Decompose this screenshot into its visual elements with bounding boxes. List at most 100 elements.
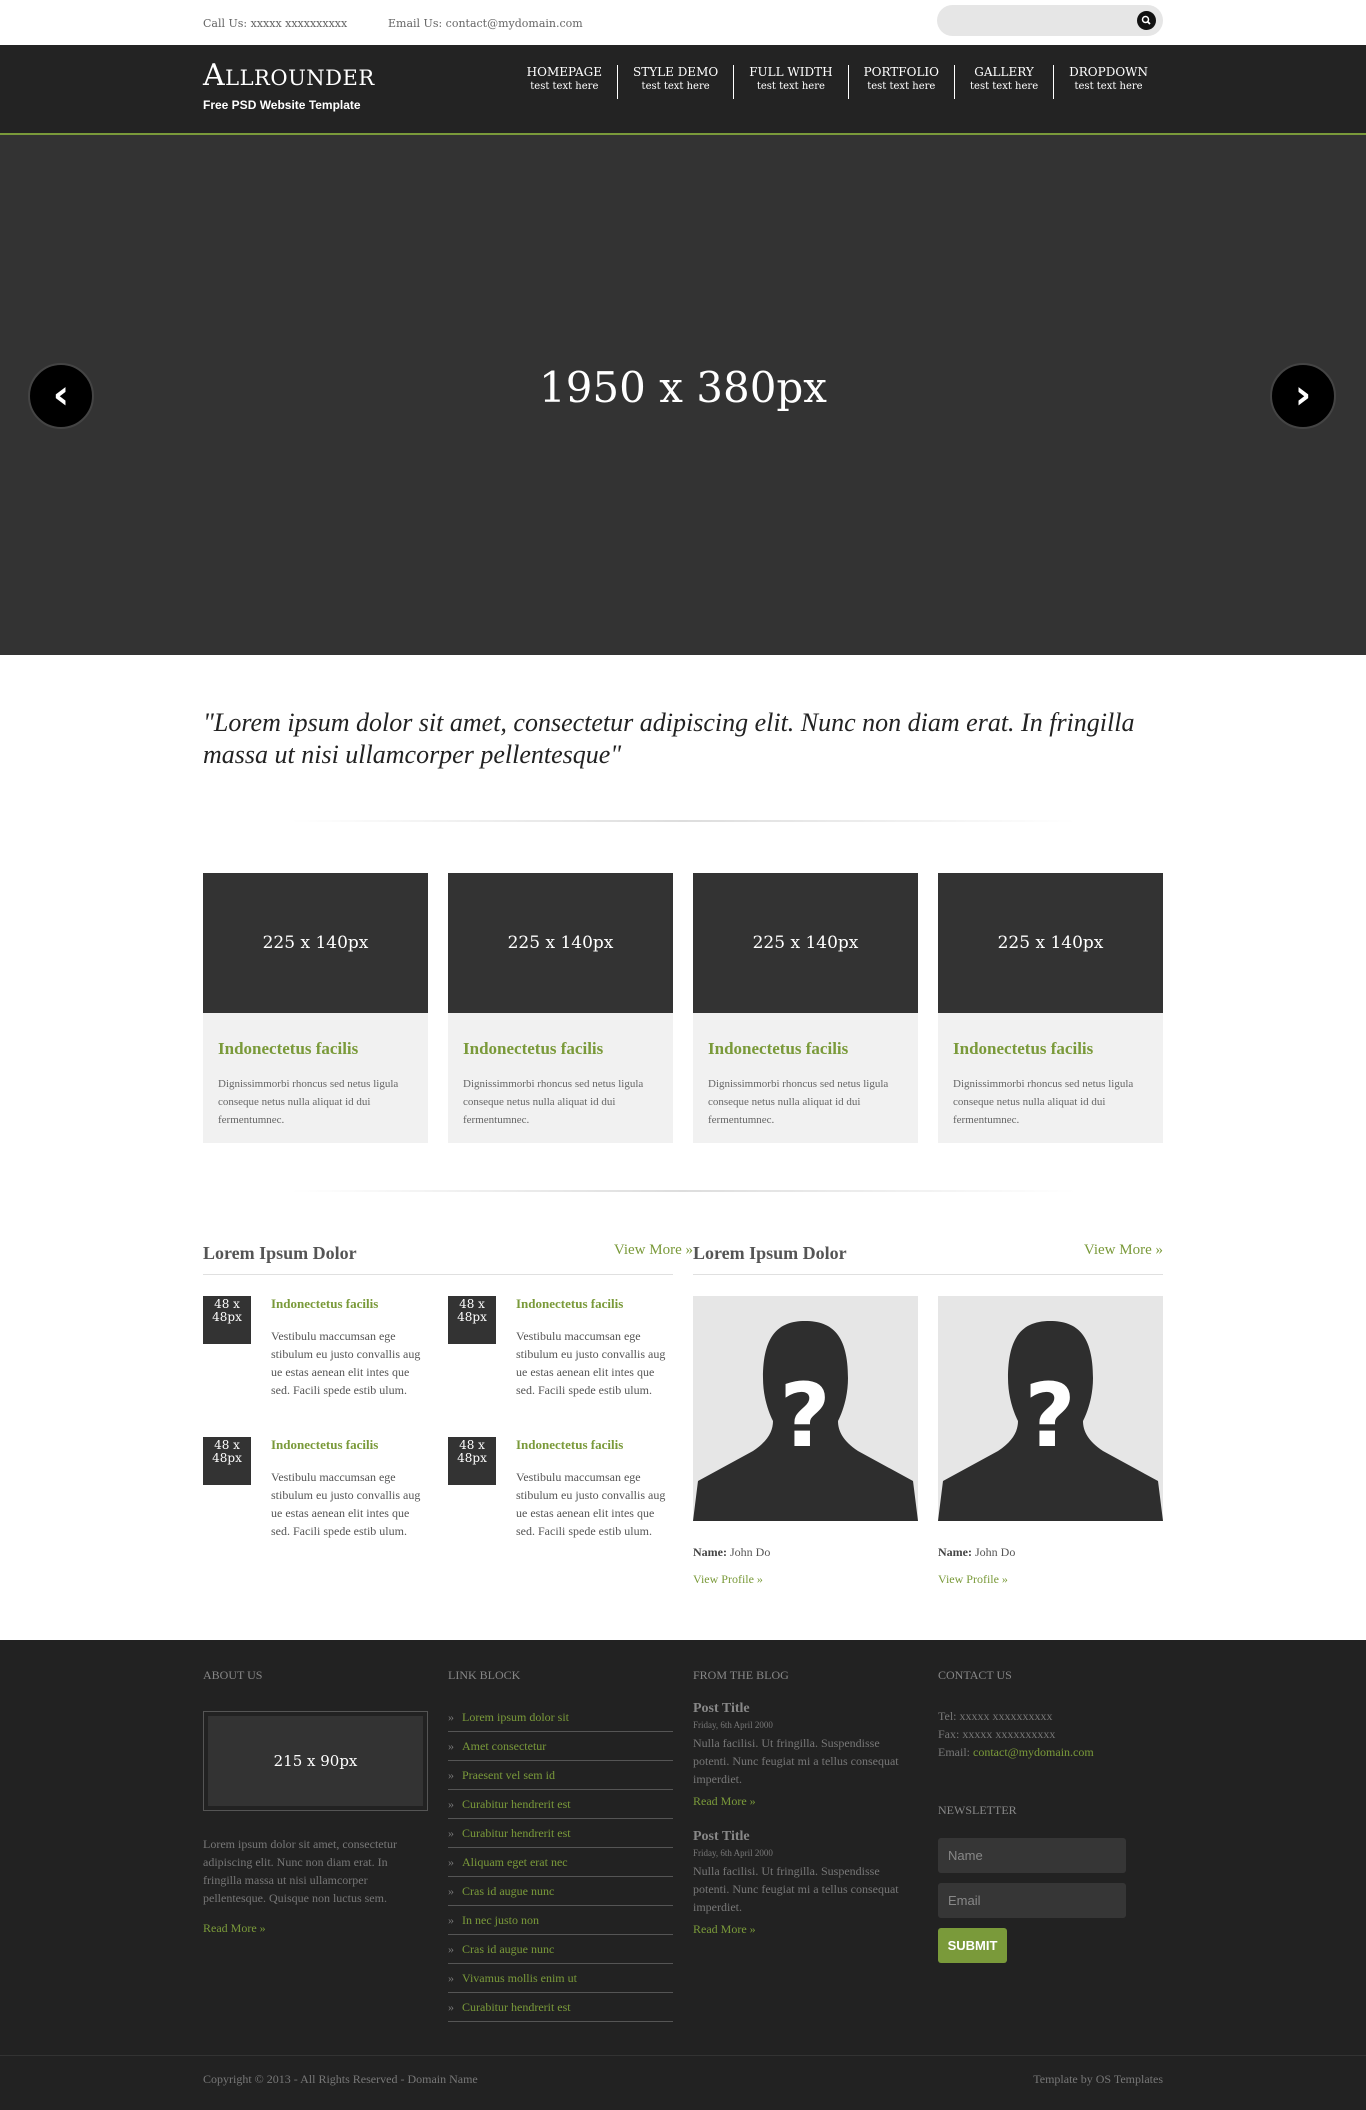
view-more-link[interactable]: View More » xyxy=(1084,1242,1163,1259)
bullet-icon: » xyxy=(448,1884,454,1898)
intro-quote: "Lorem ipsum dolor sit amet, consectetur… xyxy=(203,708,1135,769)
bullet-icon: » xyxy=(448,1797,454,1811)
profile-name: Name: John Do xyxy=(938,1545,1163,1560)
read-more-link[interactable]: Read More » xyxy=(203,1921,428,1936)
profile-name: Name: John Do xyxy=(693,1545,918,1560)
template-credit-link[interactable]: Template by OS Templates xyxy=(1033,2072,1163,2087)
feature-card: 225 x 140px Indonectetus facilis Digniss… xyxy=(938,873,1163,1143)
view-profile-link[interactable]: View Profile » xyxy=(693,1572,918,1587)
card-title[interactable]: Indonectetus facilis xyxy=(708,1039,903,1059)
bullet-icon: » xyxy=(448,2000,454,2014)
card-image-placeholder: 225 x 140px xyxy=(448,873,673,1013)
svg-text:?: ? xyxy=(1024,1364,1075,1467)
nav-label: STYLE DEMO xyxy=(633,65,719,79)
link-label: Curabitur hendrerit est xyxy=(462,2000,571,2014)
nav-sublabel: test text here xyxy=(756,81,825,92)
blog-post-date: Friday, 6th April 2000 xyxy=(693,1848,773,1858)
email-us-text: Email Us: contact@mydomain.com xyxy=(388,17,583,30)
contact-email-label: Email: xyxy=(938,1745,973,1759)
footer-heading: FROM THE BLOG xyxy=(693,1668,789,1682)
nav-item-dropdown[interactable]: DROPDOWN test text here xyxy=(1053,65,1163,99)
footer-link[interactable]: » Curabitur hendrerit est xyxy=(448,1819,673,1848)
profile-card: ? Name: John Do View Profile » xyxy=(938,1296,1163,1587)
nav-sublabel: test text here xyxy=(641,81,710,92)
footer-link[interactable]: » In nec justo non xyxy=(448,1906,673,1935)
card-title[interactable]: Indonectetus facilis xyxy=(218,1039,413,1059)
nav-sublabel: test text here xyxy=(867,81,936,92)
post-text: Vestibulu maccumsan ege stibulum eu just… xyxy=(516,1329,666,1397)
search-icon xyxy=(1141,15,1151,25)
search-button[interactable] xyxy=(1137,11,1156,30)
footer-link[interactable]: » Amet consectetur xyxy=(448,1732,673,1761)
feature-card: 225 x 140px Indonectetus facilis Digniss… xyxy=(203,873,428,1143)
view-more-link[interactable]: View More » xyxy=(614,1242,693,1259)
post-title[interactable]: Indonectetus facilis xyxy=(516,1437,623,1453)
read-more-link[interactable]: Read More » xyxy=(693,1922,918,1937)
contact-email-row: Email: contact@mydomain.com xyxy=(938,1743,1163,1761)
blog-post-title[interactable]: Post Title xyxy=(693,1829,918,1845)
bullet-icon: » xyxy=(448,1971,454,1985)
footer-heading: LINK BLOCK xyxy=(448,1668,521,1682)
chevron-right-icon: › xyxy=(1294,372,1312,418)
contact-fax: Fax: xxxxx xxxxxxxxxx xyxy=(938,1727,1056,1741)
thumbnail-placeholder: 48 x 48px xyxy=(203,1437,251,1485)
section-title: Lorem Ipsum Dolor xyxy=(203,1243,357,1263)
newsletter-submit-button[interactable]: SUBMIT xyxy=(938,1928,1007,1963)
nav-item-gallery[interactable]: GALLERY test text here xyxy=(954,65,1053,99)
footer-heading: ABOUT US xyxy=(203,1668,263,1682)
link-label: Vivamus mollis enim ut xyxy=(462,1971,577,1985)
nav-label: DROPDOWN xyxy=(1069,65,1148,79)
slider-image-placeholder: 1950 x 380px xyxy=(538,363,827,412)
footer-link[interactable]: » Vivamus mollis enim ut xyxy=(448,1964,673,1993)
name-label: Name: xyxy=(693,1545,727,1559)
nav-item-portfolio[interactable]: PORTFOLIO test text here xyxy=(847,65,954,99)
nav-sublabel: test text here xyxy=(530,81,599,92)
footer-link[interactable]: » Lorem ipsum dolor sit xyxy=(448,1703,673,1732)
nav-item-homepage[interactable]: HOMEPAGE test text here xyxy=(512,65,617,99)
post-title[interactable]: Indonectetus facilis xyxy=(271,1296,378,1312)
card-title[interactable]: Indonectetus facilis xyxy=(953,1039,1148,1059)
footer-link[interactable]: » Cras id augue nunc xyxy=(448,1935,673,1964)
blog-post-text: Nulla facilisi. Ut fringilla. Suspendiss… xyxy=(693,1736,899,1786)
search-input[interactable] xyxy=(947,11,1117,30)
footer-links: LINK BLOCK » Lorem ipsum dolor sit » Amet … xyxy=(448,1668,673,2022)
newsletter-email-input[interactable] xyxy=(938,1883,1126,1918)
slider-next-button[interactable]: › xyxy=(1270,363,1336,429)
copyright-text: Copyright © 2013 - All Rights Reserved -… xyxy=(203,2072,478,2086)
footer-link[interactable]: » Praesent vel sem id xyxy=(448,1761,673,1790)
card-text: Dignissimmorbi rhoncus sed netus ligula … xyxy=(953,1078,1134,1126)
about-image-placeholder: 215 x 90px xyxy=(208,1716,423,1806)
blog-post: Post Title Friday, 6th April 2000 Nulla … xyxy=(693,1829,918,1937)
newsletter-name-input[interactable] xyxy=(938,1838,1126,1873)
blog-post-text: Nulla facilisi. Ut fringilla. Suspendiss… xyxy=(693,1864,899,1914)
post-text: Vestibulu maccumsan ege stibulum eu just… xyxy=(271,1470,421,1538)
name-label: Name: xyxy=(938,1545,972,1559)
footer-link[interactable]: » Curabitur hendrerit est xyxy=(448,1993,673,2022)
view-profile-link[interactable]: View Profile » xyxy=(938,1572,1163,1587)
footer-link[interactable]: » Cras id augue nunc xyxy=(448,1877,673,1906)
nav-label: HOMEPAGE xyxy=(526,65,602,79)
contact-email-link[interactable]: contact@mydomain.com xyxy=(973,1745,1094,1759)
copyright-bar: Copyright © 2013 - All Rights Reserved -… xyxy=(0,2055,1366,2110)
main-nav: HOMEPAGE test text here STYLE DEMO test te… xyxy=(512,65,1163,99)
nav-item-style-demo[interactable]: STYLE DEMO test text here xyxy=(617,65,733,99)
read-more-link[interactable]: Read More » xyxy=(693,1794,918,1809)
site-tagline: Free PSD Website Template xyxy=(203,98,361,112)
footer-link[interactable]: » Aliquam eget erat nec xyxy=(448,1848,673,1877)
link-label: Cras id augue nunc xyxy=(462,1884,555,1898)
nav-sublabel: test text here xyxy=(970,81,1039,92)
site-logo[interactable]: Allrounder xyxy=(203,59,375,93)
thumbnail-placeholder: 48 x 48px xyxy=(448,1296,496,1344)
card-text: Dignissimmorbi rhoncus sed netus ligula … xyxy=(218,1078,399,1126)
footer-link[interactable]: » Curabitur hendrerit est xyxy=(448,1790,673,1819)
post-title[interactable]: Indonectetus facilis xyxy=(516,1296,623,1312)
divider xyxy=(290,820,1076,822)
footer-heading: CONTACT US xyxy=(938,1668,1012,1682)
blog-post-title[interactable]: Post Title xyxy=(693,1701,918,1717)
nav-item-full-width[interactable]: FULL WIDTH test text here xyxy=(733,65,847,99)
bullet-icon: » xyxy=(448,1913,454,1927)
footer-about: ABOUT US 215 x 90px Lorem ipsum dolor si… xyxy=(203,1668,428,1936)
card-title[interactable]: Indonectetus facilis xyxy=(463,1039,658,1059)
post-title[interactable]: Indonectetus facilis xyxy=(271,1437,378,1453)
slider-prev-button[interactable]: ‹ xyxy=(28,363,94,429)
